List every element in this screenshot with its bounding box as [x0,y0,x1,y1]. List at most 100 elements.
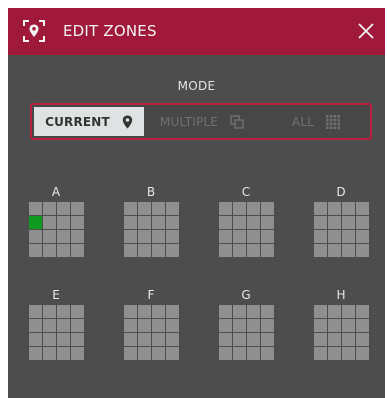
pad-cell[interactable] [219,305,232,318]
pad-cell[interactable] [138,319,151,332]
pad-cell[interactable] [356,216,369,229]
pad-cell[interactable] [29,244,42,257]
pad-cell[interactable] [29,230,42,243]
pad-cell[interactable] [152,333,165,346]
pad-cell[interactable] [247,333,260,346]
pad-cell[interactable] [314,319,327,332]
pad-cell[interactable] [166,230,179,243]
pad-cell[interactable] [247,305,260,318]
pad-cell[interactable] [219,202,232,215]
pad-cell[interactable] [328,244,341,257]
pad-cell[interactable] [314,244,327,257]
pad-cell[interactable] [57,333,70,346]
pad-cell[interactable] [152,244,165,257]
pad-cell[interactable] [43,347,56,360]
pad-cell[interactable] [57,216,70,229]
pad-cell[interactable] [342,347,355,360]
pad-cell[interactable] [43,244,56,257]
pad-cell[interactable] [342,333,355,346]
pad-cell[interactable] [138,244,151,257]
pad-cell[interactable] [57,230,70,243]
pad-cell[interactable] [233,202,246,215]
pad-cell[interactable] [342,202,355,215]
pad-cell[interactable] [166,216,179,229]
pad-cell[interactable] [328,347,341,360]
pad-cell[interactable] [247,216,260,229]
pad-cell[interactable] [219,244,232,257]
pad-cell[interactable] [138,333,151,346]
pad-cell[interactable] [166,319,179,332]
pad-cell[interactable] [356,305,369,318]
pad-cell[interactable] [43,333,56,346]
pad-cell[interactable] [124,319,137,332]
pad-cell[interactable] [166,333,179,346]
pad-cell[interactable] [71,230,84,243]
pad-cell[interactable] [71,319,84,332]
pad-cell[interactable] [247,244,260,257]
pad-cell[interactable] [43,202,56,215]
pad-cell[interactable] [219,347,232,360]
pad-cell[interactable] [356,244,369,257]
pad-cell[interactable] [71,305,84,318]
pad-cell[interactable] [261,202,274,215]
pad-cell[interactable] [29,347,42,360]
pad-cell[interactable] [314,216,327,229]
pad-cell[interactable] [219,333,232,346]
pad-cell[interactable] [124,305,137,318]
pad-cell[interactable] [71,333,84,346]
pad-cell[interactable] [124,333,137,346]
pad-cell[interactable] [57,305,70,318]
pad-cell[interactable] [71,216,84,229]
pad-cell[interactable] [43,305,56,318]
pad-cell[interactable] [43,216,56,229]
pad-cell[interactable] [166,244,179,257]
pad-cell[interactable] [356,333,369,346]
pad-cell[interactable] [43,230,56,243]
pad-cell[interactable] [29,333,42,346]
pad-cell[interactable] [261,319,274,332]
pad-cell[interactable] [342,216,355,229]
pad-cell[interactable] [57,347,70,360]
pad-cell[interactable] [29,319,42,332]
pad-cell[interactable] [314,202,327,215]
pad-cell[interactable] [43,319,56,332]
pad-cell[interactable] [124,244,137,257]
pad-cell[interactable] [261,216,274,229]
pad-cell[interactable] [328,202,341,215]
pad-cell[interactable] [152,216,165,229]
pad-cell[interactable] [29,202,42,215]
pad-cell[interactable] [57,244,70,257]
close-icon[interactable] [355,20,377,42]
pad-cell[interactable] [261,347,274,360]
pad-cell[interactable] [342,319,355,332]
pad-cell[interactable] [71,202,84,215]
pad-cell[interactable] [138,347,151,360]
pad-cell[interactable] [233,305,246,318]
pad-cell[interactable] [261,305,274,318]
pad-cell-active[interactable] [29,216,42,229]
pad-cell[interactable] [152,230,165,243]
pad-cell[interactable] [124,230,137,243]
pad-cell[interactable] [166,347,179,360]
pad-cell[interactable] [124,216,137,229]
pad-cell[interactable] [233,216,246,229]
pad-cell[interactable] [247,319,260,332]
pad-cell[interactable] [233,230,246,243]
mode-all-button[interactable]: ALL [264,107,368,136]
pad-cell[interactable] [314,333,327,346]
pad-cell[interactable] [138,216,151,229]
pad-cell[interactable] [247,202,260,215]
pad-cell[interactable] [328,305,341,318]
pad-cell[interactable] [124,202,137,215]
pad-cell[interactable] [152,319,165,332]
pad-cell[interactable] [138,230,151,243]
pad-cell[interactable] [219,230,232,243]
pad-cell[interactable] [356,230,369,243]
pad-cell[interactable] [124,347,137,360]
pad-cell[interactable] [166,305,179,318]
pad-cell[interactable] [29,305,42,318]
pad-cell[interactable] [328,230,341,243]
pad-cell[interactable] [71,244,84,257]
mode-multiple-button[interactable]: MULTIPLE [146,107,258,136]
pad-cell[interactable] [219,216,232,229]
